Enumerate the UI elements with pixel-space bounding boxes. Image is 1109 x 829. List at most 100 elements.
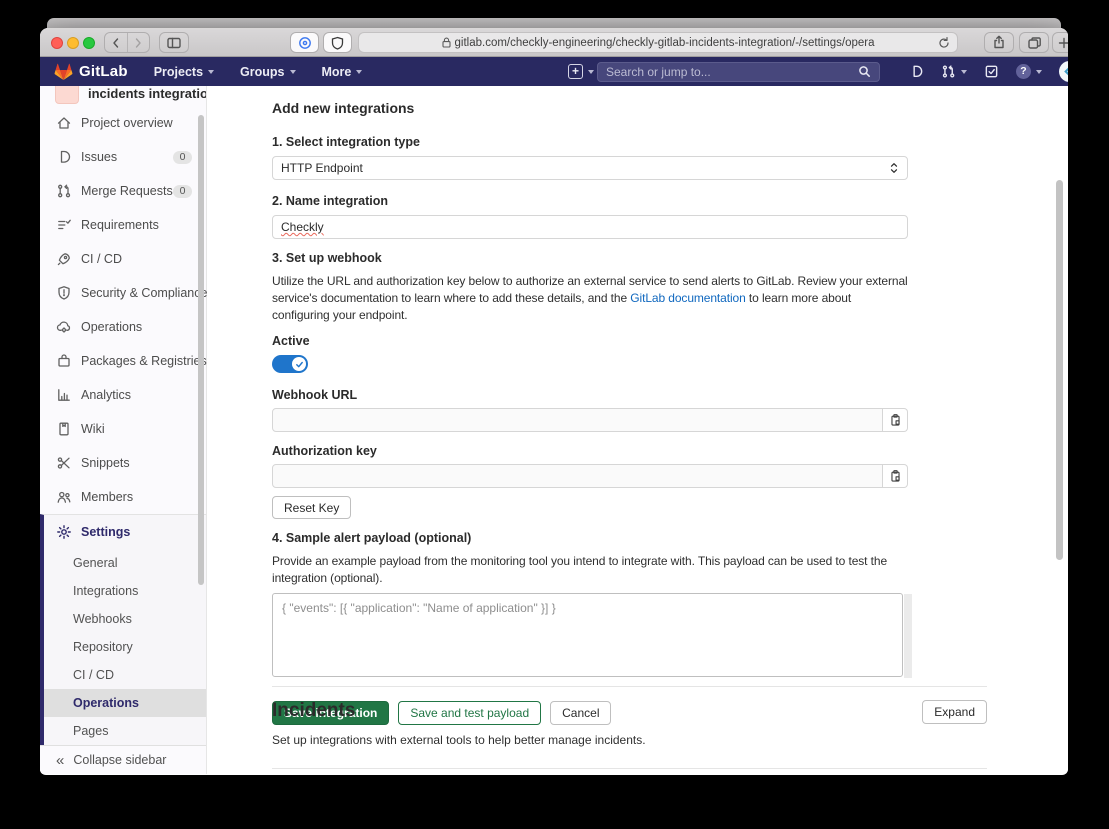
collapse-sidebar-button[interactable]: « Collapse sidebar	[40, 745, 206, 774]
search-icon	[858, 65, 871, 78]
integration-type-select[interactable]: HTTP Endpoint	[272, 156, 908, 180]
sidebar-toggle-button[interactable]	[159, 32, 189, 53]
sidebar-item-wiki[interactable]: Wiki	[40, 412, 206, 446]
gitlab-brand-name: GitLab	[79, 63, 128, 80]
settings-subitem-ci-cd[interactable]: CI / CD	[44, 661, 206, 689]
lock-icon	[442, 37, 451, 48]
reset-key-button[interactable]: Reset Key	[272, 496, 351, 519]
integration-type-value: HTTP Endpoint	[281, 161, 363, 175]
sidebar-item-operations[interactable]: Operations	[40, 310, 206, 344]
copy-webhook-url-button[interactable]	[883, 408, 908, 432]
gitlab-tanuki-logo-icon	[54, 63, 73, 81]
webhook-url-input[interactable]	[272, 408, 883, 432]
page-title: Add new integrations	[272, 100, 908, 116]
password-extension-button[interactable]	[290, 32, 319, 53]
sidebar-item-label: Operations	[81, 320, 142, 334]
forward-button[interactable]	[128, 33, 150, 52]
new-menu-button[interactable]: +	[568, 64, 594, 79]
sample-payload-textarea[interactable]	[272, 593, 903, 677]
expand-incidents-button[interactable]: Expand	[922, 700, 987, 724]
help-nav-button[interactable]: ?	[1016, 64, 1042, 79]
sidebar-item-ci-cd[interactable]: CI / CD	[40, 242, 206, 276]
menu-projects[interactable]: Projects	[154, 65, 214, 79]
sidebar-item-label: Wiki	[81, 422, 105, 436]
sidebar-item-project-overview[interactable]: Project overview	[40, 106, 206, 140]
sidebar-item-issues[interactable]: Issues 0	[40, 140, 206, 174]
incidents-header: Incidents Expand	[272, 700, 987, 724]
sidebar-item-members[interactable]: Members	[40, 480, 206, 514]
sidebar-item-settings[interactable]: Settings	[44, 515, 206, 549]
merge-request-icon	[941, 64, 956, 79]
copy-authorization-key-button[interactable]	[883, 464, 908, 488]
reload-icon[interactable]	[937, 36, 951, 50]
todos-nav-button[interactable]	[984, 64, 999, 79]
sidebar-item-requirements[interactable]: Requirements	[40, 208, 206, 242]
merge-requests-nav-button[interactable]	[941, 64, 967, 79]
gitlab-navbar: GitLab Projects Groups More + Search or …	[40, 57, 1068, 86]
sidebar-item-analytics[interactable]: Analytics	[40, 378, 206, 412]
page-scrollbar[interactable]	[1056, 180, 1063, 560]
issues-icon	[56, 149, 72, 165]
user-menu-button[interactable]	[1059, 61, 1068, 82]
new-tab-button[interactable]	[1052, 32, 1068, 53]
url-bar[interactable]: gitlab.com/checkly-engineering/checkly-g…	[358, 32, 958, 53]
menu-groups[interactable]: Groups	[240, 65, 295, 79]
project-header[interactable]: incidents integration	[40, 86, 206, 106]
sidebar-item-merge-requests[interactable]: Merge Requests 0	[40, 174, 206, 208]
zoom-window-button[interactable]	[83, 37, 95, 49]
tabs-icon	[1027, 36, 1042, 50]
settings-subitem-operations[interactable]: Operations	[44, 689, 206, 717]
sidebar-item-label: Settings	[81, 525, 130, 539]
sidebar-item-label: Requirements	[81, 218, 159, 232]
authorization-key-input[interactable]	[272, 464, 883, 488]
clipboard-icon	[889, 469, 902, 483]
sidebar-item-security-compliance[interactable]: Security & Compliance	[40, 276, 206, 310]
authorization-key-label: Authorization key	[272, 444, 908, 458]
webhook-url-label: Webhook URL	[272, 388, 908, 402]
menu-more-label: More	[322, 65, 352, 79]
gitlab-brand[interactable]: GitLab	[54, 63, 128, 81]
integration-name-input[interactable]: Checkly	[272, 215, 908, 239]
shield-extension-icon	[331, 36, 344, 50]
search-input[interactable]: Search or jump to...	[597, 62, 880, 82]
settings-subitem-webhooks[interactable]: Webhooks	[44, 605, 206, 633]
gitlab-documentation-link[interactable]: GitLab documentation	[630, 291, 745, 305]
incidents-description: Set up integrations with external tools …	[272, 733, 987, 747]
sidebar-item-label: Members	[81, 490, 133, 504]
back-button[interactable]	[105, 33, 127, 52]
tab-overview-button[interactable]	[1019, 32, 1049, 53]
sidebar-item-label: Security & Compliance	[81, 286, 207, 300]
active-label: Active	[272, 334, 908, 348]
share-button[interactable]	[984, 32, 1014, 53]
sidebar-scrollbar[interactable]	[198, 115, 204, 585]
todo-check-icon	[984, 64, 999, 79]
settings-subitem-integrations[interactable]: Integrations	[44, 577, 206, 605]
sidebar-item-label: Analytics	[81, 388, 131, 402]
integration-form: Add new integrations 1. Select integrati…	[272, 86, 908, 725]
webhook-url-group	[272, 408, 908, 432]
onepassword-icon	[298, 36, 312, 50]
settings-subitem-repository[interactable]: Repository	[44, 633, 206, 661]
setup-webhook-label: 3. Set up webhook	[272, 251, 908, 265]
sidebar-item-packages-registries[interactable]: Packages & Registries	[40, 344, 206, 378]
issues-nav-button[interactable]	[909, 64, 924, 79]
rocket-icon	[56, 251, 72, 267]
chevron-down-icon	[1036, 70, 1042, 74]
merge-requests-count-badge: 0	[173, 185, 192, 199]
sidebar-item-snippets[interactable]: Snippets	[40, 446, 206, 480]
sample-payload-wrap	[272, 593, 908, 682]
select-arrows-icon	[889, 161, 899, 175]
active-toggle[interactable]	[272, 355, 308, 373]
integration-name-value: Checkly	[281, 220, 324, 234]
settings-subitem-pages[interactable]: Pages	[44, 717, 206, 745]
issues-count-badge: 0	[173, 151, 192, 165]
shield-extension-button[interactable]	[323, 32, 352, 53]
close-window-button[interactable]	[51, 37, 63, 49]
settings-subitem-general[interactable]: General	[44, 549, 206, 577]
minimize-window-button[interactable]	[67, 37, 79, 49]
sidebar-item-label: Snippets	[81, 456, 130, 470]
cloud-gear-icon	[56, 319, 72, 335]
sidebar-panel-icon	[166, 36, 182, 50]
sidebar-item-label: Issues	[81, 150, 117, 164]
menu-more[interactable]: More	[322, 65, 363, 79]
